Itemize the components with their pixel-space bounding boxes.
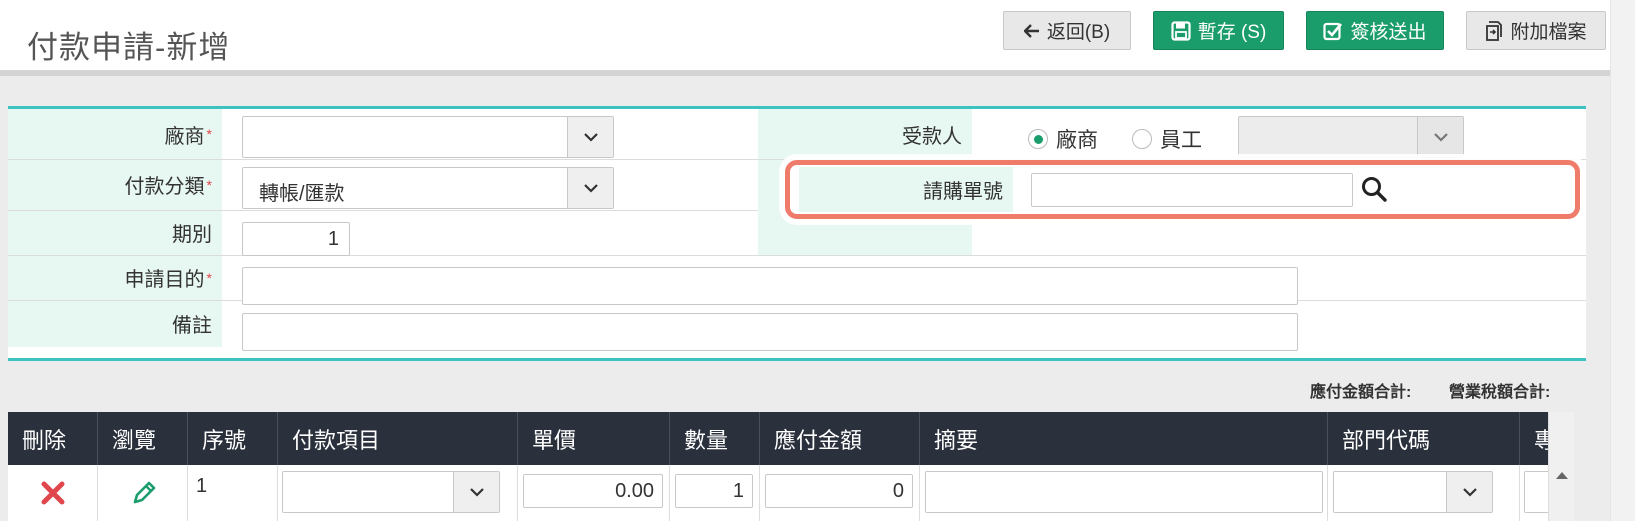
radio-unselected-icon bbox=[1132, 129, 1152, 149]
col-payment-item: 付款項目 bbox=[278, 412, 518, 465]
back-button[interactable]: 返回(B) bbox=[1003, 11, 1131, 50]
radio-selected-icon bbox=[1028, 129, 1048, 149]
col-delete: 刪除 bbox=[8, 412, 98, 465]
unit-price-input[interactable]: 0.00 bbox=[523, 474, 663, 508]
vendor-label: 廠商 * bbox=[8, 109, 222, 159]
arrow-left-icon bbox=[1023, 23, 1039, 38]
cell-unit-price: 0.00 bbox=[518, 465, 670, 521]
submit-approval-button[interactable]: 簽核送出 bbox=[1306, 11, 1444, 50]
payment-category-label: 付款分類 * bbox=[8, 159, 222, 210]
submit-approval-button-label: 簽核送出 bbox=[1350, 22, 1427, 43]
check-square-icon bbox=[1323, 22, 1343, 40]
remark-label: 備註 bbox=[8, 300, 222, 347]
period-label: 期別 bbox=[8, 210, 222, 255]
cell-dept-code bbox=[1328, 465, 1520, 521]
cell-browse bbox=[98, 465, 188, 521]
cell-delete bbox=[8, 465, 98, 521]
purpose-label: 申請目的 * bbox=[8, 255, 222, 300]
search-icon[interactable] bbox=[1360, 175, 1388, 203]
pencil-icon[interactable] bbox=[130, 479, 158, 507]
attach-file-button[interactable]: 附加檔案 bbox=[1466, 11, 1606, 50]
right-panel-edge bbox=[1610, 0, 1635, 521]
chevron-down-icon bbox=[1433, 132, 1448, 142]
pr-number-highlight: 請購單號 bbox=[785, 160, 1580, 219]
save-draft-button[interactable]: 暫存 (S) bbox=[1153, 11, 1284, 50]
payee-select[interactable] bbox=[1238, 116, 1464, 158]
col-project: 專 bbox=[1534, 427, 1548, 453]
cell-project bbox=[1520, 465, 1554, 521]
amount-input[interactable]: 0 bbox=[765, 474, 913, 508]
page-title: 付款申請-新增 bbox=[27, 30, 231, 65]
payable-total-label: 應付金額合計: bbox=[1310, 384, 1412, 401]
chevron-down-icon bbox=[469, 487, 484, 497]
vendor-select[interactable] bbox=[242, 116, 614, 158]
payee-radio-vendor[interactable]: 廠商 bbox=[1028, 124, 1098, 154]
chevron-down-icon bbox=[583, 183, 598, 193]
save-draft-button-label: 暫存 (S) bbox=[1197, 22, 1267, 43]
page-header: 付款申請-新增 返回(B) 暫存 (S) 簽核送出 附加檔案 bbox=[0, 0, 1610, 76]
payee-radio-employee[interactable]: 員工 bbox=[1132, 124, 1202, 154]
dept-code-select[interactable] bbox=[1333, 471, 1493, 513]
chevron-down-icon bbox=[1462, 487, 1477, 497]
quantity-input[interactable]: 1 bbox=[675, 474, 753, 508]
col-quantity: 數量 bbox=[670, 412, 760, 465]
period-input[interactable]: 1 bbox=[242, 222, 350, 256]
col-amount: 應付金額 bbox=[760, 412, 920, 465]
cell-payment-item bbox=[278, 465, 518, 521]
cell-summary bbox=[920, 465, 1328, 521]
scroll-up-arrow-icon[interactable] bbox=[1555, 470, 1569, 480]
summary-input[interactable] bbox=[925, 471, 1323, 513]
payee-label: 受款人 bbox=[758, 109, 972, 159]
table-row: 1 0.00 1 0 bbox=[8, 465, 1554, 521]
row-seq: 1 bbox=[196, 475, 208, 497]
purpose-input[interactable] bbox=[242, 267, 1298, 305]
attach-file-icon bbox=[1486, 20, 1503, 41]
cell-seq: 1 bbox=[188, 465, 278, 521]
cell-amount: 0 bbox=[760, 465, 920, 521]
col-summary: 摘要 bbox=[920, 412, 1328, 465]
back-button-label: 返回(B) bbox=[1046, 22, 1111, 43]
col-seq: 序號 bbox=[188, 412, 278, 465]
payment-item-select[interactable] bbox=[282, 471, 500, 513]
pr-number-input[interactable] bbox=[1031, 173, 1353, 207]
x-mark-icon[interactable] bbox=[40, 480, 66, 506]
payment-category-value: 轉帳/匯款 bbox=[259, 183, 345, 205]
grid-vertical-scrollbar[interactable] bbox=[1548, 412, 1574, 521]
col-unit-price: 單價 bbox=[518, 412, 670, 465]
payment-category-select[interactable]: 轉帳/匯款 bbox=[242, 167, 614, 209]
floppy-disk-icon bbox=[1171, 20, 1191, 41]
col-dept-code: 部門代碼 bbox=[1328, 412, 1520, 465]
grid-header: 刪除 瀏覽 序號 付款項目 單價 數量 應付金額 摘要 部門代碼 專 bbox=[8, 412, 1548, 465]
remark-input[interactable] bbox=[242, 313, 1298, 351]
cell-quantity: 1 bbox=[670, 465, 760, 521]
pr-number-label: 請購單號 bbox=[799, 167, 1013, 212]
attach-file-button-label: 附加檔案 bbox=[1510, 22, 1587, 43]
chevron-down-icon bbox=[583, 132, 598, 142]
tax-total-label: 營業稅額合計: bbox=[1449, 384, 1551, 401]
col-browse: 瀏覽 bbox=[98, 412, 188, 465]
